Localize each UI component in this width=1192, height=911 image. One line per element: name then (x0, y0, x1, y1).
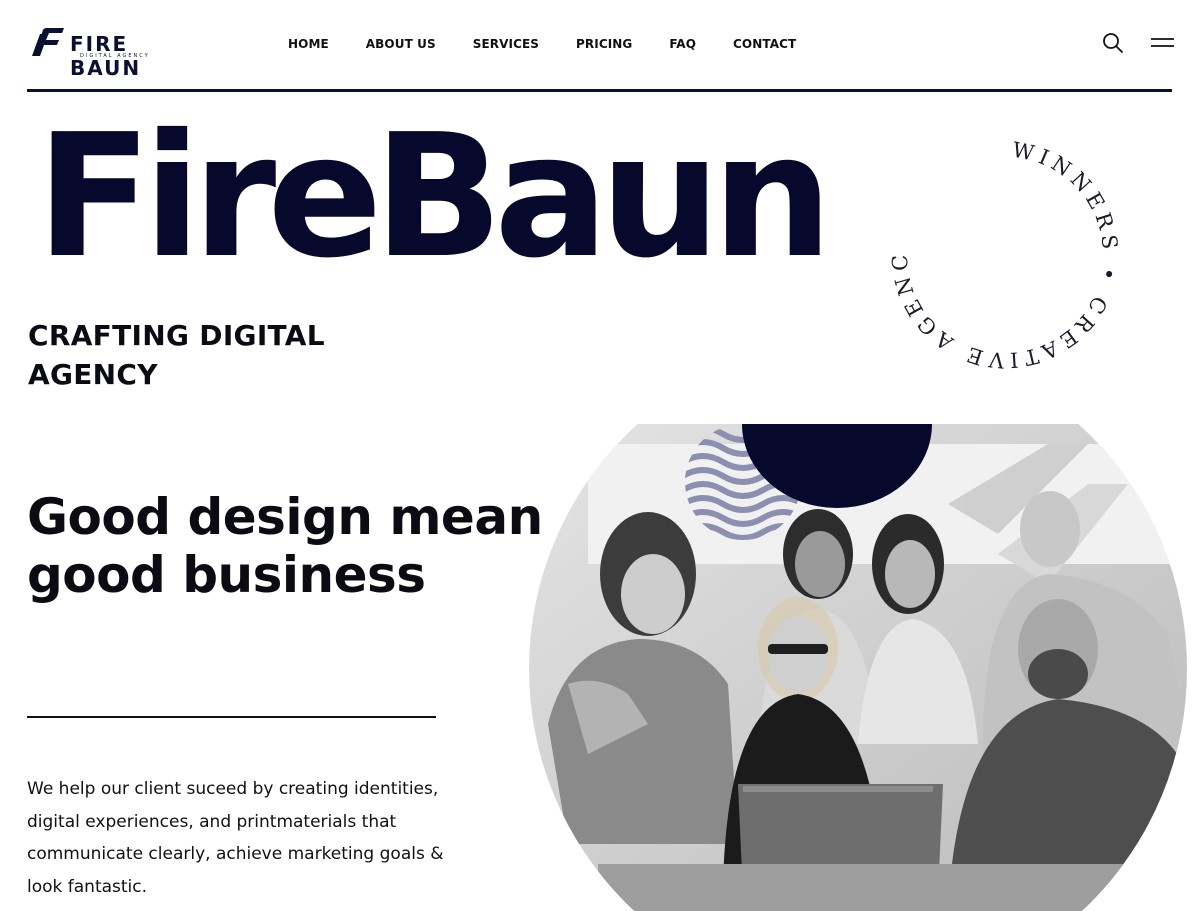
nav-about-us[interactable]: ABOUT US (366, 37, 436, 51)
headline: Good design mean good business (27, 488, 547, 604)
tagline-line-1: CRAFTING DIGITAL (28, 319, 325, 352)
logo-mark-icon (32, 28, 64, 56)
headline-line-1: Good design mean (27, 488, 543, 546)
brand-title: FireBaun (36, 98, 833, 296)
tagline: CRAFTING DIGITAL AGENCY (28, 316, 348, 394)
logo-subtitle: DIGITAL AGENCY (80, 53, 150, 59)
tagline-line-2: AGENCY (28, 358, 158, 391)
hamburger-menu-icon[interactable] (1148, 32, 1176, 54)
nav-home[interactable]: HOME (288, 37, 329, 51)
nav-contact[interactable]: CONTACT (733, 37, 796, 51)
award-badge: WINNERS • CREATIVE AGENCY AWARD • (880, 130, 1122, 373)
headline-line-2: good business (27, 546, 426, 604)
award-text: WINNERS • CREATIVE AGENCY AWARD • (880, 130, 1122, 373)
logo[interactable]: FIRE BAUN DIGITAL AGENCY (30, 26, 190, 80)
section-divider (27, 716, 436, 718)
nav-services[interactable]: SERVICES (473, 37, 539, 51)
nav-faq[interactable]: FAQ (669, 37, 696, 51)
hero-image (528, 424, 1192, 911)
navy-semicircle-decoration (742, 424, 932, 508)
search-icon[interactable] (1100, 30, 1126, 56)
hero-description: We help our client suceed by creating id… (27, 779, 444, 897)
nav-pricing[interactable]: PRICING (576, 37, 632, 51)
header-divider (27, 89, 1172, 92)
site-header: FIRE BAUN DIGITAL AGENCY HOME ABOUT US S… (0, 0, 1192, 92)
main-nav: HOME ABOUT US SERVICES PRICING FAQ CONTA… (288, 37, 796, 51)
